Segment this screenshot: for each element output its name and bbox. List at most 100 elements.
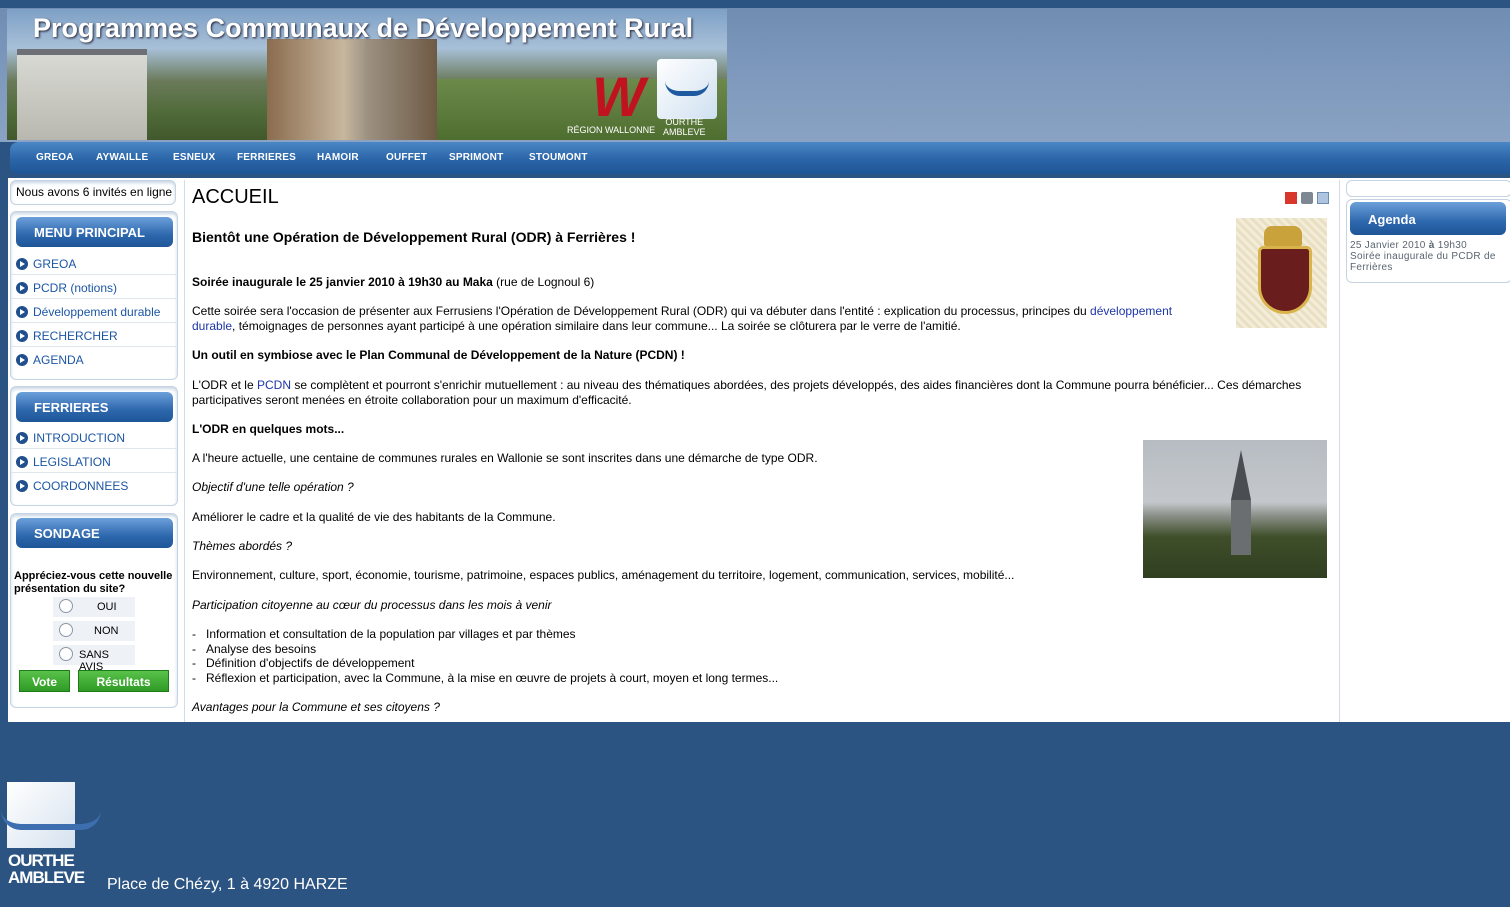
agenda-title: Agenda (1350, 202, 1506, 235)
poll-option-label: NON (94, 625, 119, 637)
right-top-box (1346, 180, 1510, 197)
wallonie-label: RÉGION WALLONNE (567, 125, 656, 135)
arrow-bullet-icon (16, 258, 28, 270)
list-item-text: Définition d'objectifs de développement (206, 656, 415, 670)
agenda-date: 25 Janvier 2010 (1350, 240, 1429, 251)
poll-option-non[interactable]: NON (53, 621, 135, 641)
nav-stoumont[interactable]: STOUMONT (529, 152, 588, 163)
p2-text-b: se complètent et pourront s'enrichir mut… (192, 378, 1302, 407)
main-menu-box: MENU PRINCIPAL GREOA PCDR (notions) Déve… (10, 211, 178, 380)
article-heading: Bientôt une Opération de Développement R… (192, 229, 636, 245)
arrow-bullet-icon (16, 480, 28, 492)
soiree-bold: Soirée inaugurale le 25 janvier 2010 à 1… (192, 275, 493, 289)
list-item-text: Réflexion et participation, avec la Comm… (206, 671, 779, 685)
agenda-event-title: Soirée inaugurale du PCDR de Ferrières (1350, 251, 1496, 273)
vote-button[interactable]: Vote (19, 670, 70, 692)
shield-icon (1258, 246, 1312, 314)
menu-item-legislation[interactable]: LEGISLATION (11, 451, 177, 473)
poll-title: SONDAGE (16, 518, 173, 548)
menu-item-label: GREOA (33, 257, 77, 271)
nav-greoa[interactable]: GREOA (36, 152, 74, 163)
menu-item-label: AGENDA (33, 353, 84, 367)
ferrieres-coat-of-arms-image (1236, 218, 1327, 328)
online-users-box: Nous avons 6 invités en ligne (10, 180, 176, 205)
top-line (0, 0, 1510, 8)
list-item-text: Information et consultation de la popula… (206, 627, 576, 641)
arrow-bullet-icon (16, 306, 28, 318)
arrow-bullet-icon (16, 456, 28, 468)
radio-button[interactable] (59, 647, 73, 661)
menu-item-label: Développement durable (33, 305, 161, 319)
email-icon[interactable] (1317, 192, 1329, 204)
footer-logo-text-2: AMBLEVE (8, 868, 85, 887)
agenda-time: 19h30 (1434, 240, 1468, 251)
church-village-photo (1143, 440, 1327, 578)
partner-label-1: OURTHE (665, 117, 704, 127)
wave-logo-icon (1, 782, 101, 848)
menu-item-developpement-durable[interactable]: Développement durable (11, 301, 177, 323)
menu-item-greoa[interactable]: GREOA (11, 253, 177, 275)
menu-item-label: RECHERCHER (33, 329, 118, 343)
menu-item-label: PCDR (notions) (33, 281, 118, 295)
arrow-bullet-icon (16, 330, 28, 342)
pdf-icon[interactable] (1285, 192, 1297, 204)
arrow-bullet-icon (16, 282, 28, 294)
soiree-line: Soirée inaugurale le 25 janvier 2010 à 1… (192, 275, 1322, 290)
banner-title: Programmes Communaux de Développement Ru… (33, 13, 694, 43)
ferrieres-menu-box: FERRIERES INTRODUCTION LEGISLATION COORD… (10, 386, 178, 506)
poll-box: SONDAGE Appréciez-vous cette nouvelle pr… (10, 513, 178, 708)
question-objectif: Objectif d'une telle opération ? (192, 480, 354, 494)
poll-question: Appréciez-vous cette nouvelle présentati… (14, 570, 173, 595)
church-spire-icon (1231, 450, 1251, 500)
list-item: - Définition d'objectifs de développemen… (192, 656, 415, 670)
nav-ferrieres[interactable]: FERRIERES (237, 152, 296, 163)
partner-label-2: AMBLEVE (663, 127, 706, 137)
castle-image (17, 49, 147, 140)
page-title: ACCUEIL (192, 186, 279, 208)
nav-esneux[interactable]: ESNEUX (173, 152, 215, 163)
site-banner[interactable]: Programmes Communaux de Développement Ru… (7, 9, 727, 140)
menu-item-coordonnees[interactable]: COORDONNEES (11, 475, 177, 497)
results-button[interactable]: Résultats (78, 670, 169, 692)
p2-text-a: L'ODR et le (192, 378, 257, 392)
link-pcdn[interactable]: PCDN (257, 378, 291, 392)
poll-option-sans-avis[interactable]: SANS AVIS (53, 645, 135, 673)
soiree-rest: (rue de Lognoul 6) (492, 275, 595, 289)
arrow-bullet-icon (16, 432, 28, 444)
question-participation: Participation citoyenne au cœur du proce… (192, 598, 552, 612)
list-item: - Information et consultation de la popu… (192, 627, 576, 641)
menu-item-rechercher[interactable]: RECHERCHER (11, 325, 177, 347)
menu-item-pcdr[interactable]: PCDR (notions) (11, 277, 177, 299)
church-tower-icon (1231, 500, 1251, 555)
heading-odr: L'ODR en quelques mots... (192, 422, 345, 436)
ferrieres-menu-title: FERRIERES (16, 392, 173, 422)
list-item: - Analyse des besoins (192, 642, 317, 656)
menu-item-label: INTRODUCTION (33, 431, 125, 445)
menu-item-introduction[interactable]: INTRODUCTION (11, 427, 177, 449)
print-icon[interactable] (1301, 192, 1313, 204)
menu-item-label: LEGISLATION (33, 455, 111, 469)
radio-button[interactable] (59, 599, 73, 613)
poll-option-oui[interactable]: OUI (53, 597, 135, 617)
nav-aywaille[interactable]: AYWAILLE (96, 152, 148, 163)
radio-button[interactable] (59, 623, 73, 637)
partner-label: OURTHE AMBLEVE (663, 117, 706, 137)
menu-item-agenda[interactable]: AGENDA (11, 349, 177, 371)
nav-ouffet[interactable]: OUFFET (386, 152, 427, 163)
list-item: - Réflexion et participation, avec la Co… (192, 671, 779, 685)
top-navigation: GREOA AYWAILLE ESNEUX FERRIERES HAMOIR O… (10, 142, 1510, 174)
main-content: ACCUEIL Bientôt une Opération de Dévelop… (184, 180, 1340, 722)
wallonie-logo-icon: W (592, 65, 645, 128)
paragraph-soiree: Cette soirée sera l'occasion de présente… (192, 304, 1212, 334)
nav-sprimont[interactable]: SPRIMONT (449, 152, 503, 163)
agenda-box: Agenda 25 Janvier 2010 à 19h30 Soirée ina… (1346, 199, 1510, 283)
footer-logo-text: OURTHE AMBLEVE (8, 852, 85, 887)
menu-item-label: COORDONNEES (33, 479, 129, 493)
arrow-bullet-icon (16, 354, 28, 366)
question-avantages: Avantages pour la Commune et ses citoyen… (192, 700, 440, 714)
nav-hamoir[interactable]: HAMOIR (317, 152, 359, 163)
footer-logo: OURTHE AMBLEVE (0, 782, 102, 892)
p1-text-b: , témoignages de personnes ayant partici… (232, 319, 961, 333)
footer-address: Place de Chézy, 1 à 4920 HARZE (107, 876, 348, 893)
agenda-event[interactable]: 25 Janvier 2010 à 19h30 Soirée inaugurale… (1350, 240, 1508, 273)
